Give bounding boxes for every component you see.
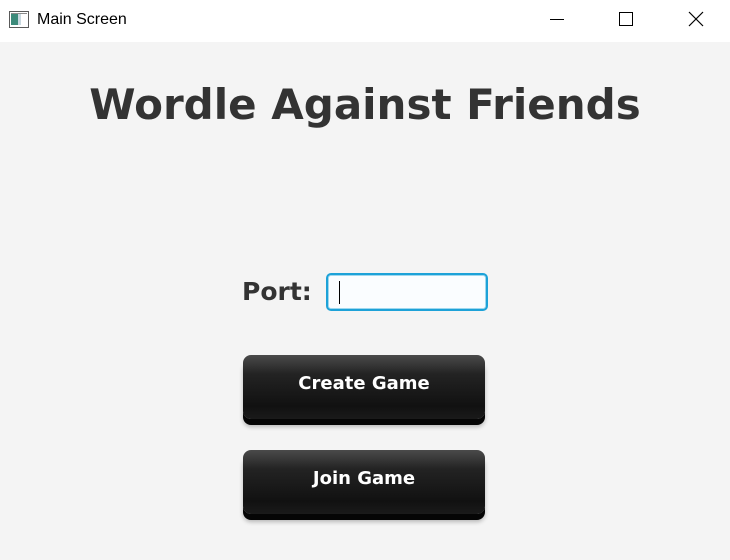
port-label: Port: <box>242 277 312 306</box>
window-title: Main Screen <box>37 11 127 28</box>
main-content: Wordle Against Friends Port: Create Game… <box>0 42 730 560</box>
title-bar[interactable]: Main Screen <box>0 0 730 42</box>
maximize-button[interactable] <box>603 0 649 42</box>
create-game-button[interactable]: Create Game <box>243 355 485 419</box>
close-button[interactable] <box>673 0 719 42</box>
close-icon <box>688 11 704 31</box>
minimize-button[interactable] <box>534 0 580 42</box>
page-title: Wordle Against Friends <box>89 80 641 129</box>
maximize-icon <box>618 11 634 31</box>
text-cursor <box>339 281 340 304</box>
port-input[interactable] <box>326 273 488 311</box>
minimize-icon <box>549 11 565 31</box>
app-window: Main Screen Wordle Against Friends Port:… <box>0 0 730 560</box>
app-icon <box>9 11 29 28</box>
join-game-button[interactable]: Join Game <box>243 450 485 514</box>
